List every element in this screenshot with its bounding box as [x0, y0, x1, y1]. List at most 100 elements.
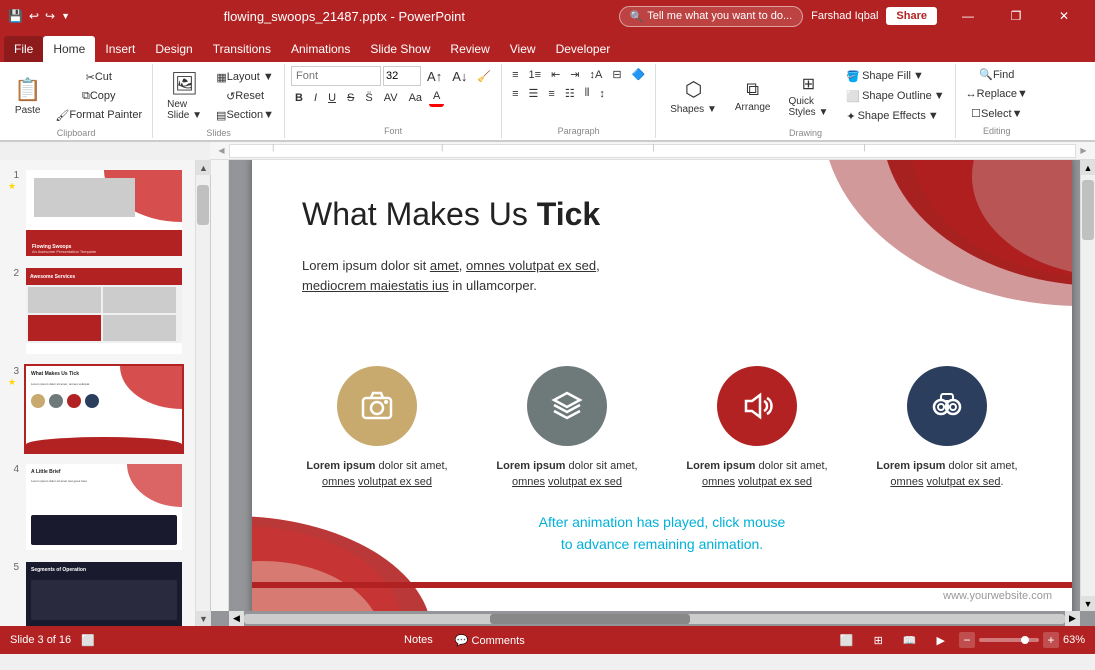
thumb-img-5[interactable]: Segments of Operation [24, 560, 184, 626]
bullets-button[interactable]: ≡ [508, 66, 522, 83]
zoom-slider[interactable] [979, 638, 1039, 642]
canvas-scroll-down[interactable]: ▼ [1081, 596, 1095, 611]
zoom-in-button[interactable]: + [1043, 632, 1059, 648]
cut-button[interactable]: ✂ Cut [51, 69, 146, 86]
slide-thumb-4[interactable]: 4 A Little Brief Lorem ipsum dolor sit a… [4, 462, 191, 552]
user-name[interactable]: Farshad Iqbal [811, 10, 878, 22]
scroll-up-button[interactable]: ▲ [196, 160, 211, 175]
close-button[interactable]: ✕ [1041, 0, 1087, 32]
quick-styles-button[interactable]: ⊞ QuickStyles ▼ [780, 66, 836, 126]
redo-icon[interactable]: ↪ [45, 9, 55, 23]
slideshow-button[interactable]: ▶ [931, 633, 951, 648]
share-button[interactable]: Share [886, 7, 937, 25]
hscroll-thumb[interactable] [490, 614, 690, 624]
slide-body-text[interactable]: Lorem ipsum dolor sit amet, omnes volutp… [302, 256, 662, 298]
zoom-out-button[interactable]: − [959, 632, 975, 648]
shape-outline-button[interactable]: ⬜ Shape Outline ▼ [842, 88, 948, 105]
select-button[interactable]: ☐ Select ▼ [967, 105, 1026, 122]
slide-thumb-2[interactable]: 2 Awesome Services [4, 266, 191, 356]
increase-indent-button[interactable]: ⇥ [566, 66, 583, 83]
shape-effects-button[interactable]: ✦ Shape Effects ▼ [842, 108, 948, 125]
hscroll-right[interactable]: ▶ [1065, 611, 1080, 626]
tab-file[interactable]: File [4, 36, 43, 62]
minimize-button[interactable]: — [945, 0, 991, 32]
italic-button[interactable]: I [310, 90, 321, 106]
align-left-button[interactable]: ≡ [508, 85, 522, 102]
paste-button[interactable]: 📋 Paste [6, 66, 49, 126]
slide-thumb-3[interactable]: 3 ★ What Makes Us Tick Lorem ipsum dolor… [4, 364, 191, 454]
restore-button[interactable]: ❐ [993, 0, 1039, 32]
slide-thumb-5[interactable]: 5 Segments of Operation [4, 560, 191, 626]
thumb-img-1[interactable]: Flowing Swoops An Awesome Presentation T… [24, 168, 184, 258]
line-spacing-button[interactable]: ↕ [595, 85, 609, 102]
slide-sorter-button[interactable]: ⊞ [868, 633, 889, 648]
undo-icon[interactable]: ↩ [29, 9, 39, 23]
zoom-slider-thumb[interactable] [1021, 636, 1029, 644]
slide-canvas[interactable]: What Makes Us Tick Lorem ipsum dolor sit… [252, 160, 1072, 611]
align-text-button[interactable]: ⊟ [608, 66, 625, 83]
thumb-img-4[interactable]: A Little Brief Lorem ipsum dolor sit ame… [24, 462, 184, 552]
slide-thumb-1[interactable]: 1 ★ Flowing Swoops An Awesome Presentati… [4, 168, 191, 258]
normal-view-button[interactable]: ⬜ [834, 633, 860, 648]
smartart-button[interactable]: 🔷 [628, 66, 650, 83]
text-direction-button[interactable]: ↕A [586, 66, 607, 83]
strikethrough-button[interactable]: S [343, 90, 358, 106]
decrease-indent-button[interactable]: ⇤ [547, 66, 564, 83]
shadow-button[interactable]: S̈ [361, 90, 376, 106]
canvas-scroll-thumb[interactable] [1082, 180, 1094, 240]
canvas-area: ▲ ▼ [229, 160, 1095, 611]
quick-access-toolbar: 💾 ↩ ↪ ▼ [8, 9, 70, 23]
tab-transitions[interactable]: Transitions [203, 36, 281, 62]
shape-fill-button[interactable]: 🪣 Shape Fill ▼ [842, 68, 948, 85]
thumb-img-3[interactable]: What Makes Us Tick Lorem ipsum dolor sit… [24, 364, 184, 454]
replace-button[interactable]: ↔ Replace ▼ [962, 86, 1032, 102]
arrange-button[interactable]: ⧉ Arrange [727, 66, 779, 126]
canvas-scroll-up[interactable]: ▲ [1081, 160, 1095, 175]
change-case-button[interactable]: Aa [405, 90, 426, 106]
customize-icon[interactable]: ▼ [61, 11, 70, 21]
tab-insert[interactable]: Insert [95, 36, 145, 62]
font-size-input[interactable]: 32 [383, 66, 421, 86]
decrease-font-button[interactable]: A↓ [448, 67, 471, 86]
tab-slideshow[interactable]: Slide Show [360, 36, 440, 62]
align-center-button[interactable]: ☰ [525, 85, 543, 102]
reading-view-button[interactable]: 📖 [897, 633, 923, 648]
save-icon[interactable]: 💾 [8, 9, 23, 23]
comments-button[interactable]: 💬 Comments [449, 633, 531, 648]
thumb-img-2[interactable]: Awesome Services [24, 266, 184, 356]
scroll-thumb[interactable] [197, 185, 209, 225]
hscroll-left[interactable]: ◀ [229, 611, 244, 626]
scroll-down-button[interactable]: ▼ [196, 611, 211, 626]
tab-home[interactable]: Home [43, 36, 95, 62]
find-button[interactable]: 🔍 Find [975, 66, 1018, 83]
reset-icon: ↺ [226, 90, 235, 103]
copy-button[interactable]: ⧉ Copy [51, 88, 146, 105]
reset-button[interactable]: ↺ Reset [212, 88, 278, 105]
tab-animations[interactable]: Animations [281, 36, 360, 62]
clear-format-button[interactable]: 🧹 [473, 68, 495, 85]
shapes-button[interactable]: ⬡ Shapes ▼ [662, 66, 725, 126]
slide-star-1: ★ [8, 181, 16, 192]
notes-button[interactable]: Notes [398, 633, 439, 647]
section-button[interactable]: ▤ Section ▼ [212, 107, 278, 124]
increase-font-button[interactable]: A↑ [423, 67, 446, 86]
font-name-input[interactable] [291, 66, 381, 86]
tab-design[interactable]: Design [145, 36, 202, 62]
new-slide-button[interactable]: 🖼 NewSlide ▼ [159, 66, 210, 126]
align-right-button[interactable]: ≡ [544, 85, 558, 102]
layout-button[interactable]: ▦ Layout ▼ [212, 69, 278, 86]
slide-title[interactable]: What Makes Us Tick [302, 196, 600, 233]
tab-review[interactable]: Review [440, 36, 499, 62]
justify-button[interactable]: ☷ [561, 85, 579, 102]
numbering-button[interactable]: 1≡ [525, 66, 546, 83]
tab-developer[interactable]: Developer [546, 36, 621, 62]
font-color-button[interactable]: A [429, 88, 444, 107]
bold-button[interactable]: B [291, 90, 307, 106]
underline-button[interactable]: U [324, 90, 340, 106]
tab-view[interactable]: View [500, 36, 546, 62]
char-spacing-button[interactable]: AV [380, 90, 402, 106]
format-painter-button[interactable]: 🖌 Format Painter [51, 107, 146, 124]
columns-button[interactable]: ⫴ [581, 85, 594, 102]
tell-me-input[interactable]: 🔍 Tell me what you want to do... [619, 6, 804, 27]
zoom-level[interactable]: 63% [1063, 634, 1085, 646]
